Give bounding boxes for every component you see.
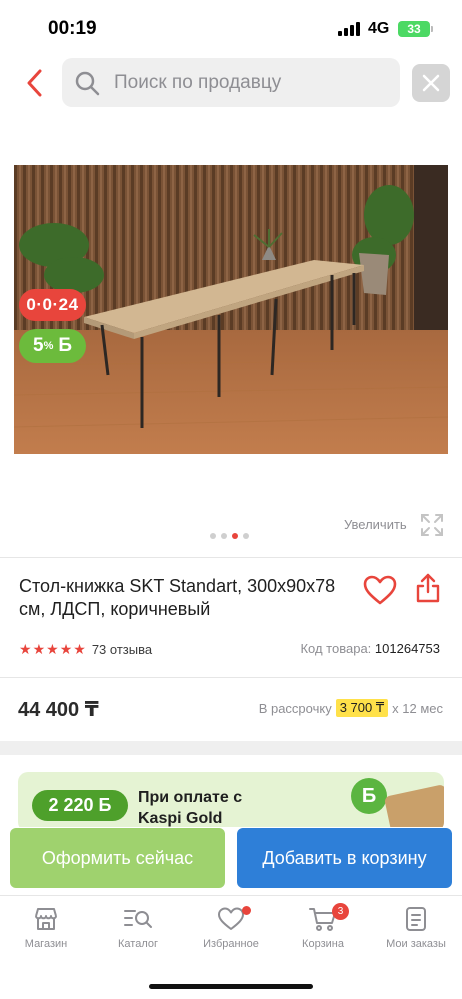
shop-icon bbox=[35, 908, 57, 930]
image-dot[interactable] bbox=[221, 533, 227, 539]
star-icon: ★ bbox=[32, 641, 46, 657]
bonus-percent: 5 bbox=[32, 335, 44, 356]
sku: Код товара: 101264753 bbox=[300, 641, 440, 656]
image-pagination[interactable] bbox=[210, 533, 249, 539]
close-button[interactable] bbox=[412, 64, 450, 102]
heart-icon[interactable] bbox=[362, 574, 398, 606]
bonus-badge: 5% Б bbox=[19, 329, 86, 363]
signal-icon bbox=[338, 22, 360, 36]
network-type: 4G bbox=[368, 20, 390, 37]
sku-value: 101264753 bbox=[374, 641, 440, 656]
divider bbox=[0, 557, 462, 558]
star-icon: ★ bbox=[59, 641, 73, 657]
image-dot-active[interactable] bbox=[232, 533, 238, 539]
sku-label: Код товара: bbox=[300, 641, 372, 656]
status-bar: 00:19 4G 33 bbox=[0, 0, 462, 52]
tab-shop[interactable]: Магазин bbox=[0, 906, 92, 950]
cart-count-badge: 3 bbox=[332, 903, 349, 920]
installment-monthly: 3 700 ₸ bbox=[335, 699, 389, 717]
search-icon bbox=[75, 71, 100, 95]
buy-now-button[interactable]: Оформить сейчас bbox=[10, 828, 225, 888]
add-to-cart-button[interactable]: Добавить в корзину bbox=[237, 828, 452, 888]
tab-cart[interactable]: 3 Корзина bbox=[277, 903, 369, 950]
search-header: Поиск по продавцу bbox=[0, 58, 462, 108]
battery-icon: 33 bbox=[398, 21, 430, 37]
promo-text-line2: Kaspi Gold bbox=[138, 810, 223, 827]
tab-bar: Магазин Каталог Избранное 3 Корзина Мои … bbox=[0, 895, 462, 970]
back-button[interactable] bbox=[20, 66, 48, 100]
promo-text-line1: При оплате с bbox=[138, 789, 243, 806]
rating-stars: ★ ★ ★ ★ ★ bbox=[19, 642, 86, 656]
installment-prefix: В рассрочку bbox=[258, 700, 332, 716]
expand-icon[interactable] bbox=[420, 513, 444, 537]
rating[interactable]: ★ ★ ★ ★ ★ 73 отзыва bbox=[19, 640, 152, 658]
star-icon: ★ bbox=[19, 641, 32, 657]
tab-label: Магазин bbox=[24, 938, 68, 950]
promo-text: При оплате с Kaspi Gold bbox=[138, 787, 242, 829]
installment-suffix: x 12 мес bbox=[392, 700, 443, 716]
section-separator bbox=[0, 741, 462, 755]
tab-favorites[interactable]: Избранное bbox=[185, 906, 277, 950]
home-indicator[interactable] bbox=[149, 984, 313, 989]
tab-label: Мои заказы bbox=[386, 938, 446, 950]
search-input[interactable]: Поиск по продавцу bbox=[62, 58, 400, 107]
divider bbox=[0, 677, 462, 678]
product-title: Стол-книжка SKT Standart, 300x90x78 см, … bbox=[19, 576, 336, 619]
kaspi-gold-promo[interactable]: 2 220 Б При оплате с Kaspi Gold Б bbox=[18, 772, 444, 832]
promo-bonus-amount: 2 220 Б bbox=[32, 790, 128, 821]
action-bar: Оформить сейчас Добавить в корзину bbox=[0, 827, 462, 893]
bonus-logo-icon: Б bbox=[351, 778, 387, 814]
share-icon[interactable] bbox=[414, 572, 442, 604]
bonus-currency: Б bbox=[58, 335, 72, 356]
search-placeholder: Поиск по продавцу bbox=[114, 71, 282, 93]
zoom-label[interactable]: Увеличить bbox=[344, 517, 407, 532]
installment-info[interactable]: В рассрочку 3 700 ₸ x 12 мес bbox=[259, 699, 443, 717]
tab-label: Каталог bbox=[118, 938, 158, 950]
status-time: 00:19 bbox=[48, 18, 97, 39]
star-icon: ★ bbox=[73, 641, 86, 657]
orders-icon bbox=[406, 907, 426, 931]
price: 44 400 ₸ bbox=[18, 699, 99, 721]
notification-dot bbox=[242, 906, 251, 915]
tab-label: Избранное bbox=[203, 938, 259, 950]
star-icon: ★ bbox=[46, 641, 59, 657]
heart-icon bbox=[218, 907, 244, 930]
tab-catalog[interactable]: Каталог bbox=[92, 906, 184, 950]
chevron-left-icon bbox=[27, 69, 42, 97]
reviews-link[interactable]: 73 отзыва bbox=[92, 642, 152, 657]
tab-orders[interactable]: Мои заказы bbox=[370, 906, 462, 950]
tab-label: Корзина bbox=[302, 938, 344, 950]
bonus-percent-sign: % bbox=[43, 340, 54, 352]
installment-badge: 0·0·24 bbox=[19, 289, 86, 321]
close-icon bbox=[422, 74, 440, 92]
battery-tip bbox=[431, 26, 433, 32]
image-dot[interactable] bbox=[210, 533, 216, 539]
card-icon bbox=[383, 784, 444, 832]
catalog-search-icon bbox=[124, 910, 152, 928]
image-dot[interactable] bbox=[243, 533, 249, 539]
